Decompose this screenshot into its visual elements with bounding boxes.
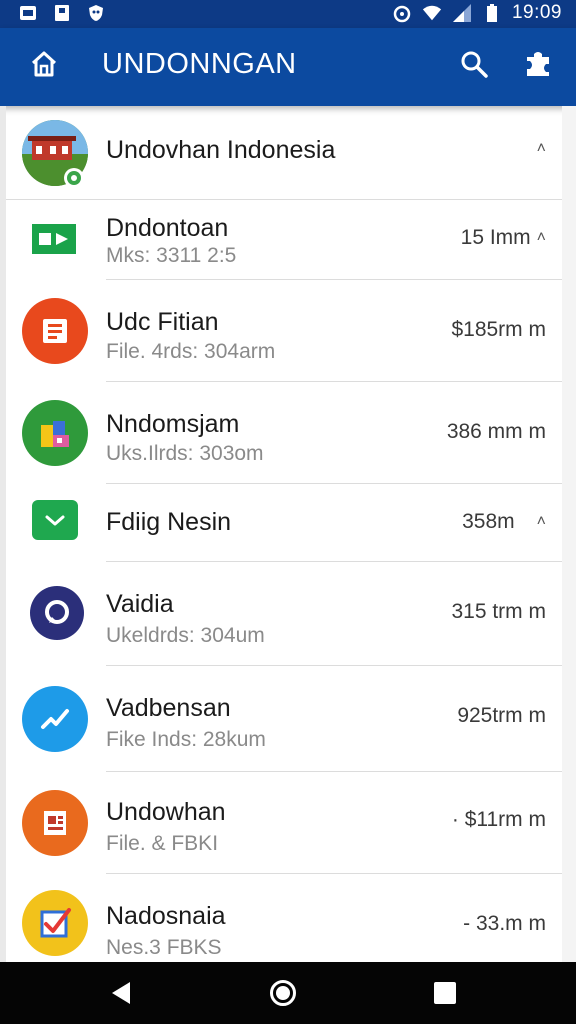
- item-subtitle: Nes.3 FBKS: [106, 936, 222, 959]
- item-meta: 15 Imm ˄: [461, 226, 546, 250]
- item-size: $185rm m: [451, 318, 546, 341]
- item-size: 386 mm m: [446, 420, 546, 443]
- list-item[interactable]: Nadosnaia Nes.3 FBKS - 33.m m: [6, 874, 562, 962]
- list-item[interactable]: Vaidia Ukeldrds: 304um 315 trm m: [6, 562, 562, 666]
- item-meta: 386 mm m: [447, 420, 546, 444]
- shield-icon: [86, 3, 106, 23]
- document-icon: [52, 3, 72, 23]
- item-title: Nndomsjam: [106, 410, 240, 438]
- item-title: Nadosnaia: [106, 902, 226, 930]
- chat-icon: [32, 500, 78, 540]
- list-header[interactable]: Undovhan Indonesia ˄: [6, 106, 562, 200]
- wifi-icon: [422, 3, 442, 23]
- image-icon: [18, 3, 38, 23]
- item-title: Undowhan: [106, 798, 226, 826]
- status-time: 19:09: [511, 2, 562, 23]
- item-size: · $11rm m: [451, 808, 546, 831]
- item-subtitle: File. 4rds: 304arm: [106, 340, 276, 363]
- item-meta: 925trm m: [457, 704, 546, 728]
- blocks-icon: [22, 400, 88, 466]
- checkmark-icon: [22, 890, 88, 956]
- item-title: Udc Fitian: [106, 308, 219, 336]
- video-icon: [32, 224, 76, 254]
- item-title: Vadbensan: [106, 694, 231, 722]
- item-meta: - 33.m m: [463, 912, 546, 936]
- list-header-title: Undovhan Indonesia: [106, 136, 336, 164]
- home-button[interactable]: [26, 48, 62, 84]
- signal-icon: [452, 3, 472, 23]
- document-icon: [22, 790, 88, 856]
- recent-square-icon[interactable]: [434, 982, 456, 1004]
- chevron-up-icon[interactable]: ˄: [537, 513, 546, 531]
- navigation-bar: [0, 962, 576, 1024]
- messenger-icon: [30, 586, 84, 640]
- chevron-up-icon[interactable]: ˄: [537, 229, 546, 247]
- item-title: Vaidia: [106, 590, 174, 618]
- verified-badge-icon: [64, 168, 84, 188]
- home-icon: [29, 49, 59, 84]
- slides-icon: [22, 298, 88, 364]
- list-item[interactable]: Nndomsjam Uks.Ilrds: 303om 386 mm m: [6, 382, 562, 484]
- item-subtitle: Ukeldrds: 304um: [106, 624, 265, 647]
- item-meta: 358m ˄: [462, 510, 546, 534]
- extensions-button[interactable]: [518, 46, 558, 86]
- item-title: Dndontoan: [106, 214, 229, 242]
- battery-icon: [482, 3, 502, 23]
- item-size: 358m: [462, 510, 515, 533]
- app-list: Undovhan Indonesia ˄ Dndontoan Mks: 3311…: [0, 106, 576, 962]
- puzzle-icon: [523, 49, 553, 84]
- item-size: 315 trm m: [451, 600, 546, 623]
- item-size: 15 Imm: [460, 226, 531, 249]
- item-subtitle: Uks.Ilrds: 303om: [106, 442, 264, 465]
- item-title: Fdiig Nesin: [106, 508, 232, 536]
- list-item[interactable]: Vadbensan Fike Inds: 28kum 925trm m: [6, 666, 562, 772]
- item-meta: · $11rm m: [452, 808, 546, 832]
- item-subtitle: File. & FBKI: [106, 832, 219, 855]
- search-icon: [459, 49, 489, 84]
- app-bar: UNDONNGAN: [0, 28, 576, 106]
- search-button[interactable]: [454, 46, 494, 86]
- item-meta: 315 trm m: [451, 600, 546, 624]
- item-subtitle: Mks: 3311 2:5: [106, 244, 237, 267]
- alarm-icon: [392, 3, 412, 23]
- collapse-toggle[interactable]: ˄: [537, 140, 546, 158]
- back-triangle-icon[interactable]: [108, 980, 134, 1011]
- chevron-up-icon: ˄: [536, 140, 546, 157]
- home-circle-icon[interactable]: [270, 980, 296, 1006]
- list-item[interactable]: Undowhan File. & FBKI · $11rm m: [6, 772, 562, 874]
- item-meta: $185rm m: [451, 318, 546, 342]
- item-size: - 33.m m: [463, 912, 546, 935]
- list-item[interactable]: Dndontoan Mks: 3311 2:5 15 Imm ˄: [6, 200, 562, 280]
- app-title: UNDONNGAN: [102, 48, 297, 80]
- item-subtitle: Fike Inds: 28kum: [106, 728, 266, 751]
- status-bar: 19:09: [0, 0, 576, 28]
- item-size: 925trm m: [457, 704, 546, 727]
- list-item[interactable]: Udc Fitian File. 4rds: 304arm $185rm m: [6, 280, 562, 382]
- messenger-bubble-icon: [22, 686, 88, 752]
- list-item[interactable]: Fdiig Nesin 358m ˄: [6, 484, 562, 562]
